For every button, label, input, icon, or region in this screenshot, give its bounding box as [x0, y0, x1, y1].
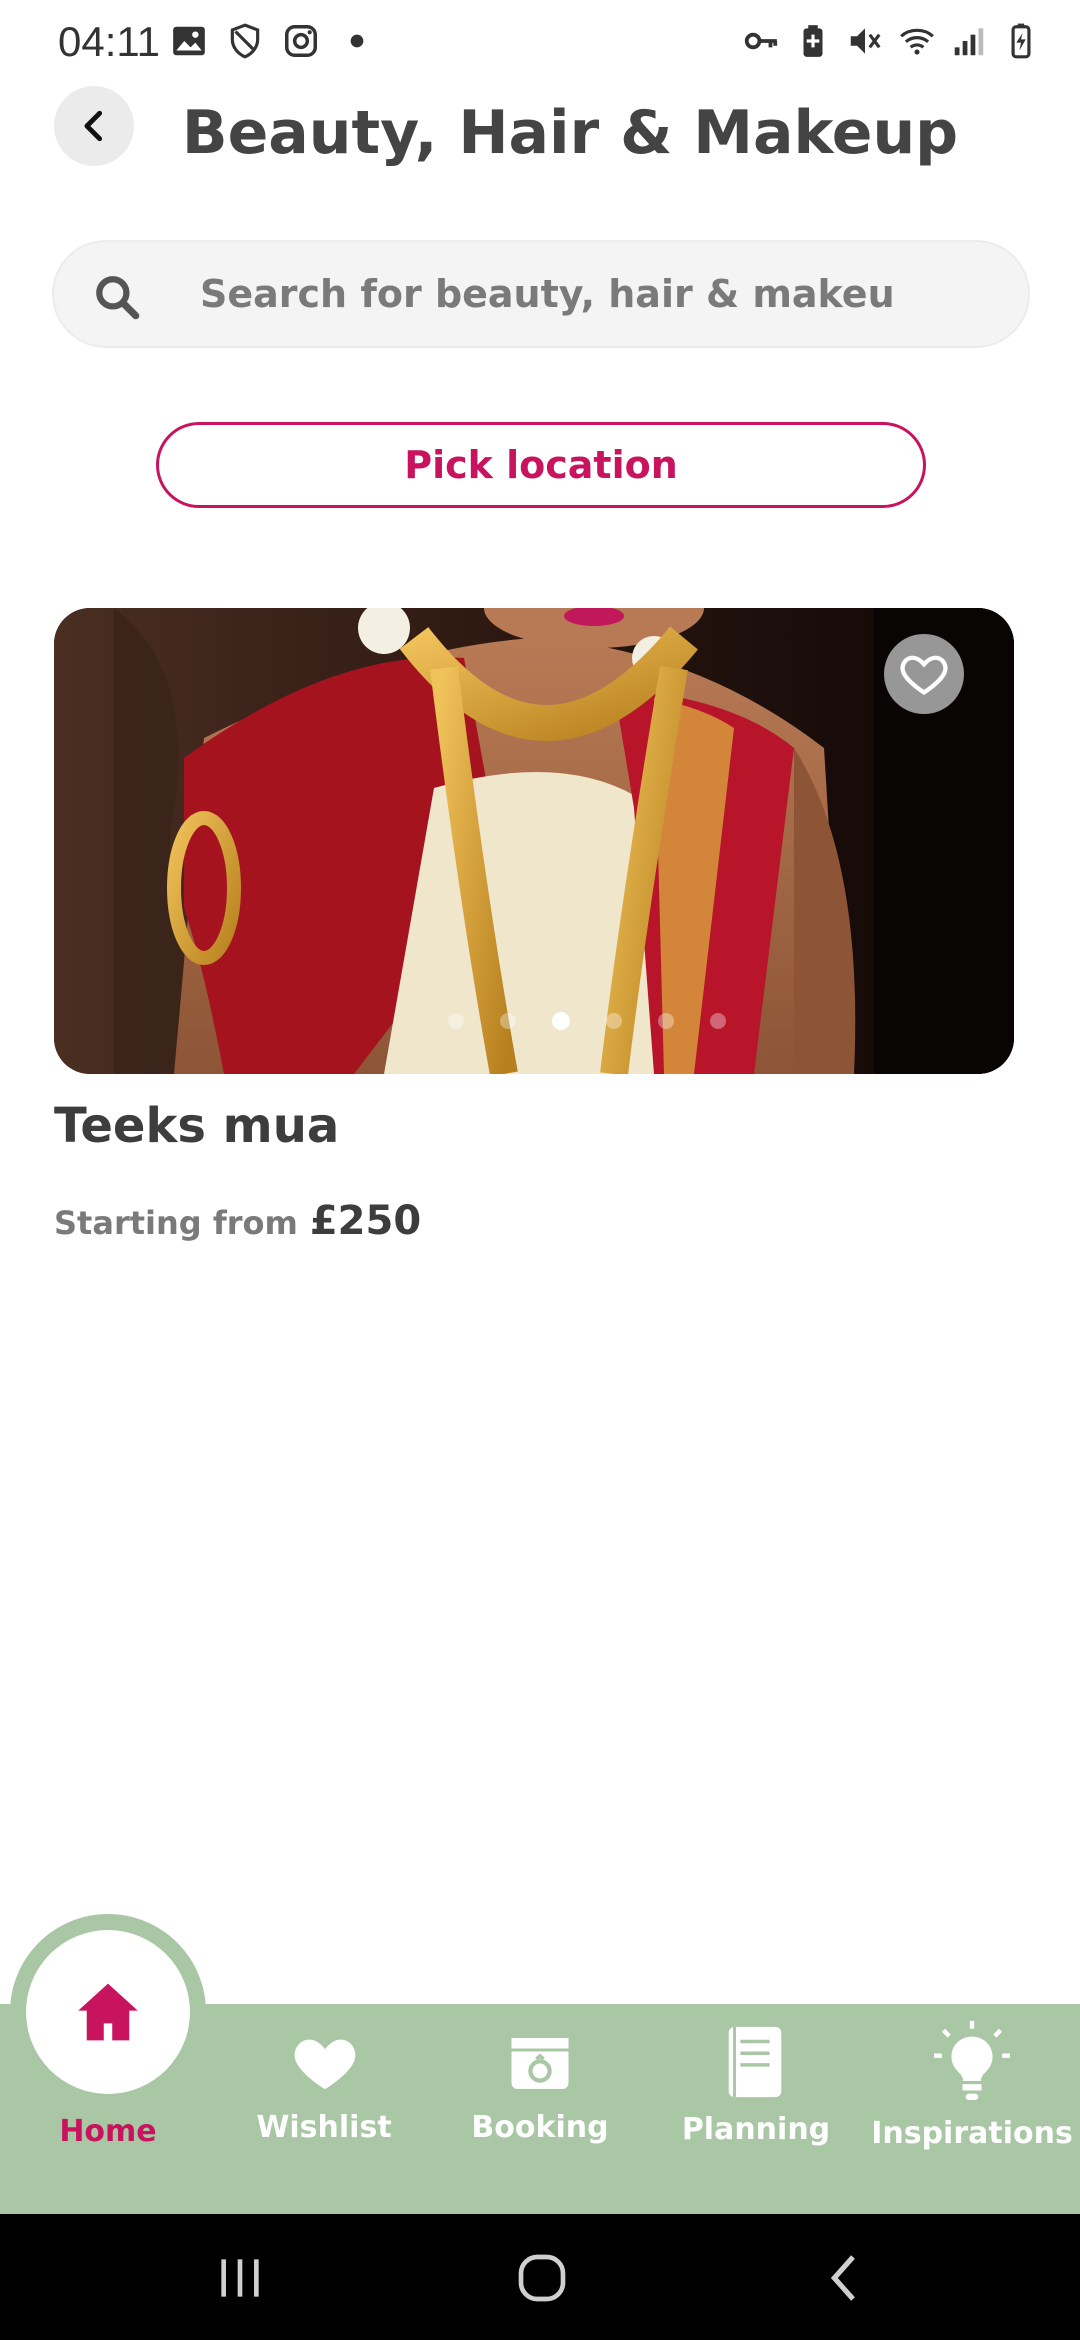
- signal-icon: [954, 28, 984, 56]
- status-time: 04:11: [58, 18, 160, 65]
- bridal-photo: [54, 608, 1014, 1074]
- notebook-icon[interactable]: [722, 2024, 788, 2100]
- nav-label-inspirations[interactable]: Inspirations: [864, 2116, 1080, 2151]
- mute-icon: [850, 28, 881, 54]
- lightbulb-icon[interactable]: [934, 2020, 1010, 2104]
- price-row: Starting from £250: [54, 1198, 421, 1244]
- carousel-dot[interactable]: [552, 1012, 570, 1030]
- wifi-icon: [900, 28, 934, 55]
- status-bar: 04:11: [0, 0, 1080, 84]
- back-icon[interactable]: [818, 2250, 874, 2306]
- gallery-icon: [173, 26, 205, 56]
- vendor-image[interactable]: [54, 608, 1014, 1074]
- carousel-dot[interactable]: [448, 1013, 464, 1029]
- heart-icon[interactable]: [290, 2028, 360, 2098]
- carousel-dot[interactable]: [606, 1013, 622, 1029]
- search-input[interactable]: [200, 264, 1000, 324]
- wishlist-toggle[interactable]: [884, 634, 964, 714]
- nav-item-home[interactable]: [26, 1930, 190, 2094]
- carousel-dot[interactable]: [658, 1013, 674, 1029]
- carousel-dot[interactable]: [500, 1013, 516, 1029]
- instagram-icon: [285, 25, 317, 57]
- home-circle-icon[interactable]: [512, 2250, 572, 2306]
- page-title: Beauty, Hair & Makeup: [181, 98, 959, 168]
- nav-label-wishlist[interactable]: Wishlist: [216, 2110, 432, 2145]
- nav-label-home[interactable]: Home: [0, 2114, 216, 2149]
- nav-label-planning[interactable]: Planning: [648, 2112, 864, 2147]
- key-icon: [744, 32, 778, 50]
- price-prefix: Starting from: [54, 1204, 298, 1242]
- price-value: £250: [309, 1198, 422, 1244]
- battery-saver-icon: [803, 25, 823, 57]
- status-left-icons: [170, 22, 376, 60]
- shield-icon: [230, 23, 260, 59]
- heart-outline-icon: [900, 655, 948, 695]
- search-icon: [96, 276, 140, 320]
- home-icon: [78, 1983, 138, 2041]
- vendor-name[interactable]: Teeks mua: [54, 1098, 339, 1154]
- calendar-ring-icon[interactable]: [504, 2026, 576, 2098]
- system-nav-bar: [0, 2214, 1080, 2340]
- dot-icon: [350, 34, 364, 48]
- nav-label-booking[interactable]: Booking: [432, 2110, 648, 2145]
- carousel-dots: [448, 1012, 726, 1030]
- carousel-dot[interactable]: [710, 1013, 726, 1029]
- battery-icon: [1011, 23, 1031, 59]
- search-bar[interactable]: [52, 240, 1030, 348]
- status-right-icons: [742, 22, 1040, 60]
- pick-location-button[interactable]: Pick location: [156, 422, 926, 508]
- recents-icon[interactable]: [212, 2250, 268, 2306]
